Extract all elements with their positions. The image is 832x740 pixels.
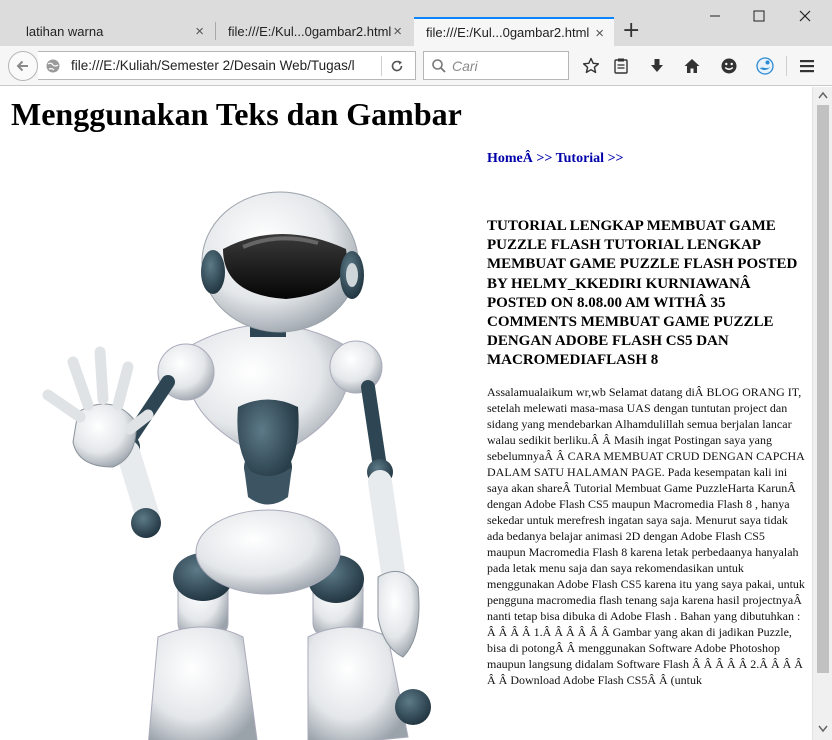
scroll-up-icon[interactable]	[818, 91, 828, 99]
feedback-button[interactable]	[718, 55, 740, 77]
search-bar[interactable]: Cari	[423, 51, 569, 80]
star-icon	[582, 57, 600, 74]
close-tab-icon[interactable]: ×	[393, 23, 402, 40]
tab-label: latihan warna	[26, 24, 104, 39]
close-icon	[799, 10, 811, 22]
url-bar[interactable]: file:///E:/Kuliah/Semester 2/Desain Web/…	[38, 51, 416, 80]
robot-image	[42, 191, 431, 740]
page-viewport: Menggunakan Teks dan Gambar HomeÂ >> Tut…	[0, 87, 812, 740]
title-bar: latihan warna × file:///E:/Kul...0gambar…	[0, 0, 832, 46]
extension-button[interactable]	[753, 54, 777, 78]
back-arrow-icon	[16, 60, 28, 72]
home-icon	[684, 59, 700, 73]
breadcrumb-link[interactable]: HomeÂ >> Tutorial >>	[487, 151, 624, 166]
scroll-thumb[interactable]	[817, 105, 829, 673]
page-title: Menggunakan Teks dan Gambar	[11, 96, 462, 132]
maximize-icon	[753, 10, 765, 22]
tab-label: file:///E:/Kul...0gambar2.html	[228, 24, 392, 39]
smiley-icon	[721, 58, 737, 74]
close-window-button[interactable]	[782, 4, 828, 28]
extension-icon	[756, 57, 774, 75]
reload-icon[interactable]	[389, 58, 405, 74]
close-tab-icon[interactable]: ×	[195, 23, 204, 40]
minimize-button[interactable]	[692, 4, 738, 28]
back-button[interactable]	[8, 51, 38, 81]
menu-button[interactable]	[796, 55, 818, 77]
tab-latihan-warna[interactable]: latihan warna ×	[14, 17, 214, 46]
vertical-scrollbar[interactable]	[812, 87, 832, 740]
article-heading: TUTORIAL LENGKAP MEMBUAT GAME PUZZLE FLA…	[487, 218, 798, 369]
url-divider	[381, 56, 382, 76]
toolbar-divider	[786, 56, 787, 76]
navigation-toolbar: file:///E:/Kuliah/Semester 2/Desain Web/…	[0, 46, 832, 86]
url-text[interactable]: file:///E:/Kuliah/Semester 2/Desain Web/…	[71, 58, 379, 73]
clipboard-icon	[614, 58, 628, 74]
hamburger-menu-icon	[800, 60, 814, 73]
breadcrumb[interactable]: HomeÂ >> Tutorial >>	[487, 151, 624, 167]
search-icon	[432, 59, 446, 73]
search-placeholder: Cari	[452, 58, 478, 74]
download-arrow-icon	[651, 59, 663, 72]
reading-list-button[interactable]	[610, 55, 632, 77]
scroll-down-icon[interactable]	[818, 725, 828, 733]
maximize-button[interactable]	[736, 4, 782, 28]
home-button[interactable]	[681, 55, 703, 77]
new-tab-button[interactable]: +	[622, 18, 640, 44]
globe-icon	[46, 59, 60, 73]
bookmark-star-button[interactable]	[580, 55, 602, 77]
tab-gambar2-first[interactable]: file:///E:/Kul...0gambar2.html ×	[216, 17, 412, 46]
tab-label: file:///E:/Kul...0gambar2.html	[426, 25, 590, 40]
downloads-button[interactable]	[646, 55, 668, 77]
tab-gambar2-active[interactable]: file:///E:/Kul...0gambar2.html ×	[414, 17, 614, 46]
article-body: Assalamualaikum wr,wb Selamat datang diÂ…	[487, 385, 805, 687]
close-tab-icon[interactable]: ×	[595, 25, 604, 42]
minimize-icon	[710, 15, 720, 17]
